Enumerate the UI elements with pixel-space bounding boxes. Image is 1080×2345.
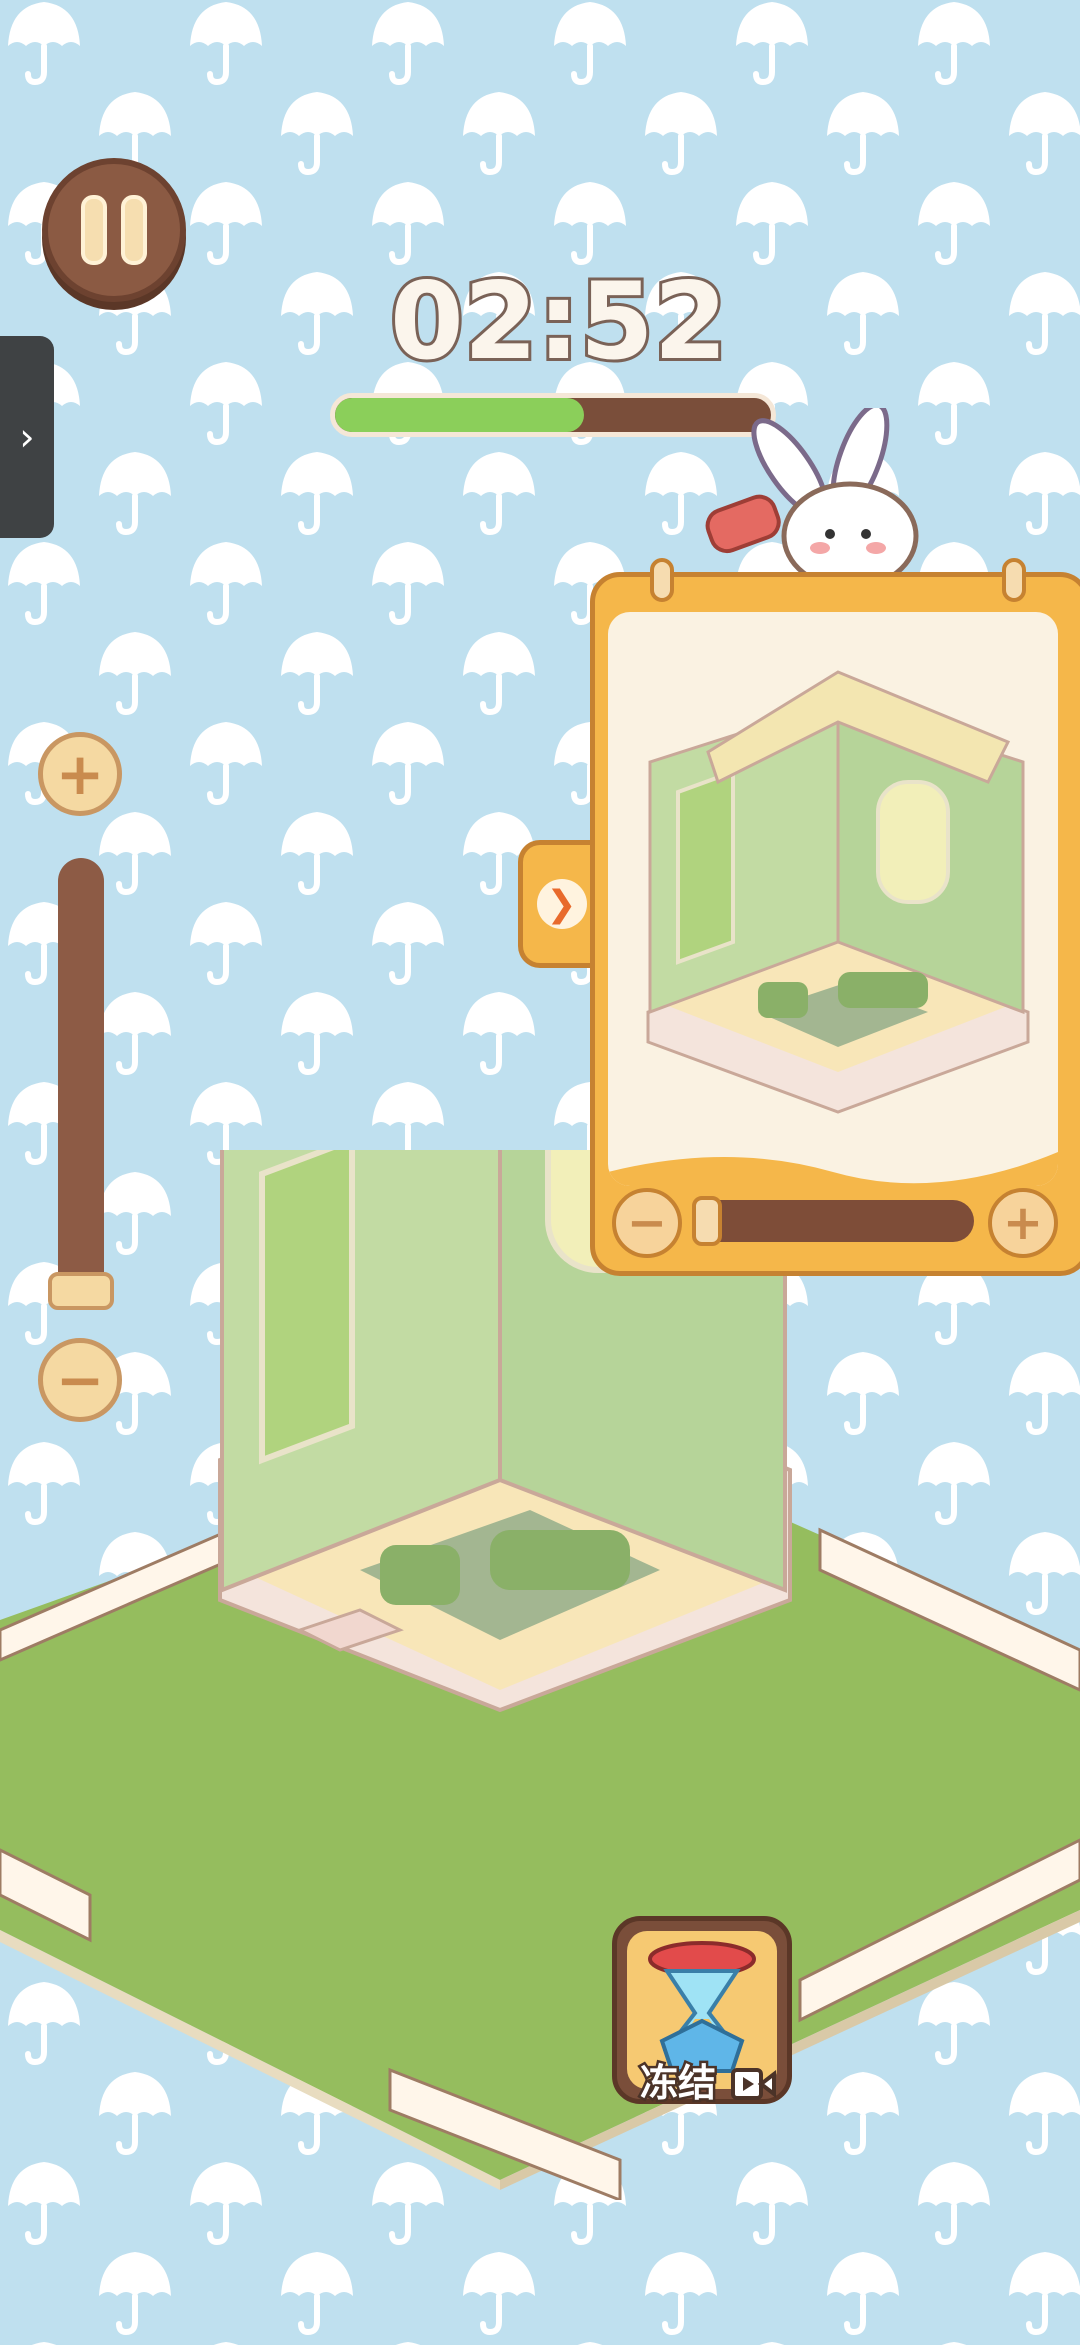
video-ad-icon bbox=[731, 2068, 776, 2100]
armchair bbox=[380, 1545, 460, 1605]
countdown-timer: 02:52 bbox=[387, 259, 730, 385]
reference-zoom-in-button[interactable]: + bbox=[988, 1188, 1058, 1258]
target-room-preview bbox=[608, 670, 1058, 1186]
plus-icon: + bbox=[55, 740, 105, 808]
plus-icon: + bbox=[1002, 1195, 1044, 1251]
garden-scene bbox=[0, 1150, 1080, 2200]
freeze-label: 冻结 bbox=[637, 2059, 718, 2108]
zoom-slider-thumb[interactable] bbox=[48, 1272, 114, 1310]
reference-zoom-out-button[interactable]: − bbox=[612, 1188, 682, 1258]
minus-icon: − bbox=[626, 1195, 668, 1251]
zoom-out-button[interactable]: − bbox=[38, 1338, 122, 1422]
zoom-slider-track[interactable] bbox=[58, 858, 104, 1310]
time-progress-fill bbox=[335, 398, 584, 432]
panel-clip-right bbox=[1002, 558, 1026, 602]
pause-icon bbox=[81, 195, 147, 265]
collapse-arrow-icon: ❯ bbox=[536, 879, 587, 929]
chevron-right-icon: › bbox=[19, 415, 35, 459]
reference-panel-toggle[interactable]: ❯ bbox=[518, 840, 600, 968]
reference-image bbox=[608, 612, 1058, 1186]
bunny-mascot bbox=[705, 408, 919, 580]
reference-zoom-thumb[interactable] bbox=[692, 1196, 722, 1246]
minus-icon: − bbox=[55, 1346, 105, 1414]
zoom-in-button[interactable]: + bbox=[38, 732, 122, 816]
sofa bbox=[490, 1530, 630, 1590]
side-panel-handle[interactable]: › bbox=[0, 336, 54, 538]
door bbox=[259, 1150, 355, 1465]
pause-button[interactable] bbox=[42, 158, 186, 302]
panel-clip-left bbox=[650, 558, 674, 602]
reference-zoom-track[interactable] bbox=[694, 1200, 974, 1242]
